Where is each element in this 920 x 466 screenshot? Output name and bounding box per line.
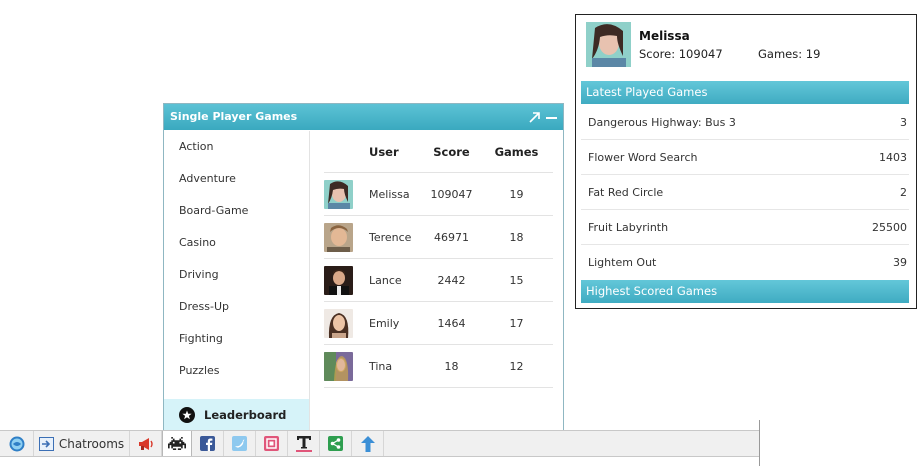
avatar[interactable] <box>324 222 353 252</box>
text-button[interactable] <box>288 431 320 456</box>
toolbar-divider <box>759 420 760 466</box>
user-score: 109047 <box>430 187 473 201</box>
chatrooms-icon <box>38 436 54 451</box>
user-score: 46971 <box>434 230 469 244</box>
table-row[interactable]: Lance 2442 15 <box>324 259 553 302</box>
list-item[interactable]: Fat Red Circle 2 <box>581 175 909 210</box>
list-item[interactable]: Dangerous Highway: Bus 3 3 <box>581 105 909 140</box>
game-score: 2 <box>900 185 907 199</box>
table-row[interactable]: Emily 1464 17 <box>324 302 553 345</box>
games-panel-title: Single Player Games <box>170 110 298 123</box>
avatar[interactable] <box>324 179 353 209</box>
globe-icon <box>9 436 24 451</box>
category-fighting[interactable]: Fighting <box>164 323 309 355</box>
game-score: 25500 <box>872 220 907 234</box>
user-name[interactable]: Emily <box>369 317 419 330</box>
list-item[interactable]: Lightem Out 39 <box>581 245 909 280</box>
game-name: Fat Red Circle <box>588 185 664 199</box>
category-list: Action Adventure Board-Game Casino Drivi… <box>164 131 310 430</box>
category-dress-up[interactable]: Dress-Up <box>164 291 309 323</box>
latest-played-games-header: Latest Played Games <box>581 81 909 104</box>
facebook-button[interactable] <box>192 431 224 456</box>
globe-button[interactable] <box>0 431 34 456</box>
leaderboard-label: Leaderboard <box>204 407 287 422</box>
games-button[interactable] <box>162 431 192 456</box>
user-profile-popup: Melissa Score: 109047 Games: 19 Latest P… <box>575 14 917 309</box>
avatar[interactable] <box>324 265 353 295</box>
twitter-button[interactable] <box>224 431 256 456</box>
leaderboard-table: User Score Games Melissa 109047 19 Teren… <box>324 131 553 388</box>
profile-avatar <box>586 22 631 67</box>
profile-name: Melissa <box>639 29 690 43</box>
category-board-game[interactable]: Board-Game <box>164 195 309 227</box>
bottom-toolbar: Chatrooms <box>0 430 759 457</box>
game-score: 3 <box>900 115 907 129</box>
facebook-icon <box>200 436 215 451</box>
games-icon <box>168 436 186 451</box>
announcement-icon <box>138 437 153 450</box>
notes-button[interactable] <box>256 431 288 456</box>
latest-played-games-list: Dangerous Highway: Bus 3 3 Flower Word S… <box>581 105 909 280</box>
user-games: 19 <box>509 187 524 201</box>
category-puzzles[interactable]: Puzzles <box>164 355 309 387</box>
table-header: User Score Games <box>324 131 553 173</box>
avatar[interactable] <box>324 308 353 338</box>
game-score: 39 <box>893 256 907 269</box>
share-button[interactable] <box>320 431 352 456</box>
list-item[interactable]: Flower Word Search 1403 <box>581 140 909 175</box>
highest-scored-games-header[interactable]: Highest Scored Games <box>581 280 909 303</box>
list-item[interactable]: Fruit Labyrinth 25500 <box>581 210 909 245</box>
category-action[interactable]: Action <box>164 131 309 163</box>
game-score: 1403 <box>879 150 907 164</box>
announcements-button[interactable] <box>130 431 162 456</box>
table-row[interactable]: Melissa 109047 19 <box>324 173 553 216</box>
star-icon <box>179 406 195 423</box>
upload-button[interactable] <box>352 431 384 456</box>
user-score: 2442 <box>437 273 466 287</box>
avatar[interactable] <box>324 351 353 381</box>
game-name: Fruit Labyrinth <box>588 220 669 234</box>
game-name: Flower Word Search <box>588 150 698 164</box>
column-user: User <box>369 144 399 159</box>
user-games: 17 <box>509 316 524 330</box>
notes-icon <box>264 436 279 451</box>
leaderboard-tab[interactable]: Leaderboard <box>164 399 309 430</box>
user-name[interactable]: Terence <box>369 231 419 244</box>
user-games: 15 <box>509 273 524 287</box>
games-panel-header: Single Player Games <box>164 104 563 130</box>
category-adventure[interactable]: Adventure <box>164 163 309 195</box>
chatrooms-button[interactable]: Chatrooms <box>34 431 130 456</box>
column-score: Score <box>433 144 470 159</box>
category-driving[interactable]: Driving <box>164 259 309 291</box>
text-icon <box>295 436 312 452</box>
profile-games-count: Games: 19 <box>758 47 821 61</box>
game-name: Lightem Out <box>588 256 657 269</box>
user-name[interactable]: Melissa <box>369 188 419 201</box>
upload-icon <box>360 435 375 452</box>
minimize-icon[interactable] <box>546 112 557 123</box>
profile-score: Score: 109047 <box>639 47 723 61</box>
user-name[interactable]: Tina <box>369 360 419 373</box>
chatrooms-label: Chatrooms <box>58 436 125 451</box>
user-name[interactable]: Lance <box>369 274 419 287</box>
game-name: Dangerous Highway: Bus 3 <box>588 115 736 129</box>
column-games: Games <box>494 144 539 159</box>
table-row[interactable]: Terence 46971 18 <box>324 216 553 259</box>
category-casino[interactable]: Casino <box>164 227 309 259</box>
user-score: 1464 <box>437 316 466 330</box>
user-games: 12 <box>509 359 524 373</box>
table-row[interactable]: Tina 18 12 <box>324 345 553 388</box>
user-score: 18 <box>444 359 459 373</box>
user-games: 18 <box>509 230 524 244</box>
share-icon <box>328 436 343 451</box>
twitter-icon <box>232 436 247 451</box>
expand-icon[interactable] <box>529 111 540 123</box>
single-player-games-panel: Single Player Games Action Adventure Boa… <box>163 103 564 431</box>
